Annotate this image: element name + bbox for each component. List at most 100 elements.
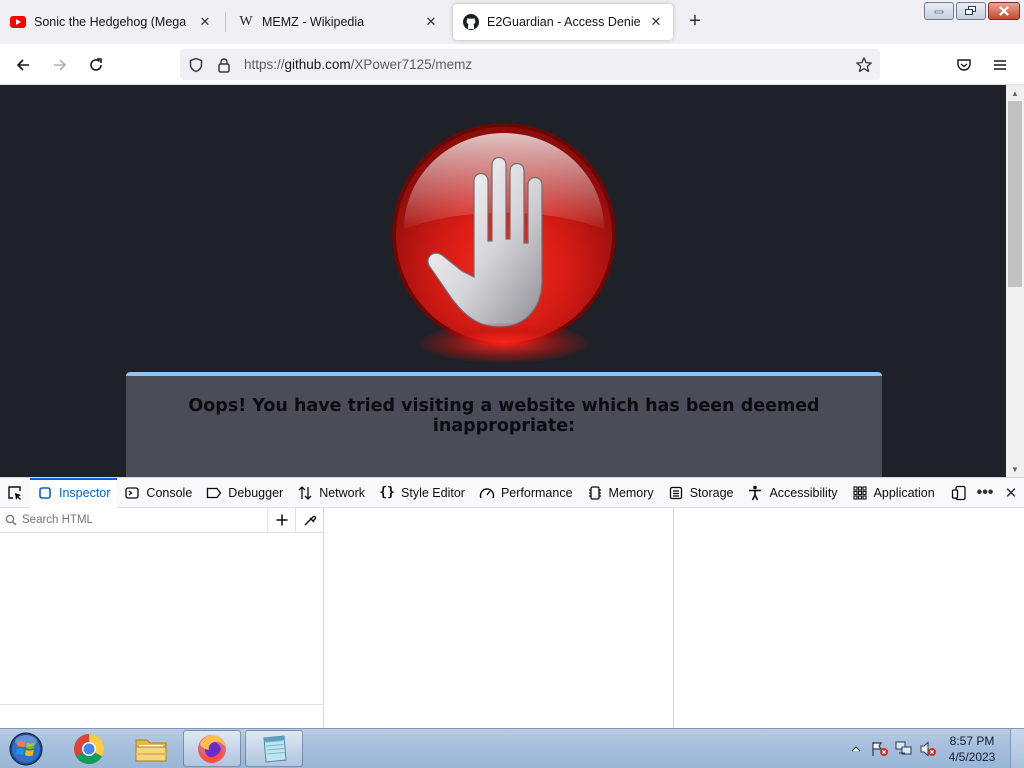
responsive-design-icon <box>951 485 966 501</box>
new-tab-button[interactable]: + <box>684 11 706 33</box>
element-picker-button[interactable] <box>0 478 30 508</box>
taskbar-chrome[interactable] <box>60 730 118 767</box>
url-text[interactable]: https://github.com/XPower7125/memz <box>244 57 848 72</box>
plus-icon <box>276 514 287 526</box>
search-icon <box>0 514 22 526</box>
tab-e2guardian[interactable]: E2Guardian - Access Denied ✕ <box>453 4 673 40</box>
accessibility-icon <box>747 485 763 501</box>
pocket-button[interactable] <box>951 52 977 78</box>
navigation-toolbar: https://github.com/XPower7125/memz <box>0 44 1024 85</box>
volume-button[interactable] <box>916 739 940 759</box>
devtools-tab-label: Storage <box>689 485 734 500</box>
devtools-toolbar-actions: ••• ✕ <box>946 478 1024 508</box>
html-search-bar <box>0 508 323 533</box>
star-icon[interactable] <box>854 55 874 75</box>
network-icon <box>895 741 912 755</box>
start-button[interactable] <box>6 731 46 767</box>
taskbar-firefox[interactable] <box>183 730 241 767</box>
restore-button[interactable] <box>956 2 986 20</box>
system-tray: 8:57 PM 4/5/2023 <box>844 729 1004 768</box>
devtools-tab-label: Memory <box>608 485 654 500</box>
tab-title: E2Guardian - Access Denied <box>487 15 641 29</box>
tab-separator <box>225 12 226 32</box>
back-icon <box>16 59 29 71</box>
shield-icon[interactable] <box>186 55 206 75</box>
devtools-tab-label: Application <box>873 485 935 500</box>
minimize-icon <box>934 10 944 14</box>
taskbar-notepad[interactable] <box>245 730 303 767</box>
close-window-button[interactable] <box>988 2 1020 20</box>
start-orb-icon <box>9 732 43 766</box>
scrollbar-thumb[interactable] <box>1008 101 1022 287</box>
responsive-design-button[interactable] <box>946 478 972 508</box>
devtools-tab-inspector[interactable]: Inspector <box>30 477 118 508</box>
youtube-icon <box>10 14 26 30</box>
taskbar-explorer[interactable] <box>122 730 180 767</box>
url-prefix: https:// <box>244 57 285 72</box>
lock-icon[interactable] <box>214 55 234 75</box>
clock[interactable]: 8:57 PM 4/5/2023 <box>940 733 1004 765</box>
devtools-tab-label: Style Editor <box>401 485 465 500</box>
close-icon <box>999 6 1009 16</box>
add-node-button[interactable] <box>267 508 295 532</box>
devtools-tab-network[interactable]: Network <box>290 478 372 508</box>
chrome-icon <box>74 733 105 764</box>
forward-button[interactable] <box>47 52 73 78</box>
close-tab-icon[interactable]: ✕ <box>196 13 214 31</box>
app-menu-button[interactable] <box>987 52 1013 78</box>
memory-icon <box>587 485 603 501</box>
reload-icon <box>90 58 102 71</box>
application-icon <box>852 485 868 501</box>
scroll-up-icon[interactable]: ▲ <box>1006 85 1024 101</box>
minimize-button[interactable] <box>924 2 954 20</box>
show-desktop-button[interactable] <box>1010 729 1024 768</box>
explorer-icon <box>135 739 167 761</box>
url-host: github.com <box>284 57 351 72</box>
devtools-tab-accessibility[interactable]: Accessibility <box>740 478 844 508</box>
devtools-tab-memory[interactable]: Memory <box>580 478 661 508</box>
rules-view <box>324 508 674 729</box>
devtools-tab-label: Performance <box>500 485 573 500</box>
tab-wikipedia[interactable]: W MEMZ - Wikipedia ✕ <box>228 4 448 40</box>
devtools-tab-label: Console <box>146 485 193 500</box>
devtools-tab-debugger[interactable]: Debugger <box>199 478 290 508</box>
reload-button[interactable] <box>83 52 109 78</box>
style-editor-icon: {} <box>379 485 395 500</box>
firefox-icon <box>198 734 226 763</box>
search-html-input[interactable] <box>22 509 267 531</box>
scroll-down-icon[interactable]: ▼ <box>1006 461 1024 477</box>
page-scrollbar[interactable]: ▲ ▼ <box>1006 85 1024 477</box>
tab-youtube[interactable]: Sonic the Hedgehog (Mega Dri ✕ <box>0 4 222 40</box>
devtools-tab-style-editor[interactable]: {} Style Editor <box>372 478 472 508</box>
access-denied-message: Oops! You have tried visiting a website … <box>188 396 820 436</box>
url-bar[interactable]: https://github.com/XPower7125/memz <box>180 49 880 80</box>
devtools-tab-label: Accessibility <box>769 485 838 500</box>
show-hidden-icons-button[interactable] <box>844 739 868 759</box>
network-status-button[interactable] <box>892 739 916 759</box>
url-path: /XPower7125/memz <box>350 57 473 72</box>
close-icon: ✕ <box>1004 485 1018 502</box>
window-controls <box>924 2 1020 20</box>
pocket-icon <box>957 59 971 71</box>
eyedropper-button[interactable] <box>295 508 323 532</box>
back-button[interactable] <box>10 52 36 78</box>
plus-icon: + <box>689 10 701 32</box>
close-tab-icon[interactable]: ✕ <box>647 13 665 31</box>
action-center-button[interactable] <box>868 739 892 759</box>
devtools-tab-application[interactable]: Application <box>845 478 942 508</box>
breadcrumb-divider <box>0 704 323 705</box>
devtools-close-button[interactable]: ✕ <box>998 478 1024 508</box>
close-tab-icon[interactable]: ✕ <box>422 13 440 31</box>
forward-icon <box>54 59 67 71</box>
tab-strip: Sonic the Hedgehog (Mega Dri ✕ W MEMZ - … <box>0 0 1024 44</box>
devtools-more-button[interactable]: ••• <box>972 478 998 508</box>
menu-icon <box>994 60 1006 70</box>
devtools-tab-storage[interactable]: Storage <box>661 478 741 508</box>
volume-muted-icon <box>920 741 936 757</box>
markup-view <box>0 508 324 729</box>
devtools-tab-performance[interactable]: Performance <box>472 478 580 508</box>
clock-time: 8:57 PM <box>949 734 995 748</box>
element-picker-icon <box>8 485 21 500</box>
more-icon: ••• <box>976 484 994 501</box>
devtools-tab-console[interactable]: Console <box>117 478 199 508</box>
